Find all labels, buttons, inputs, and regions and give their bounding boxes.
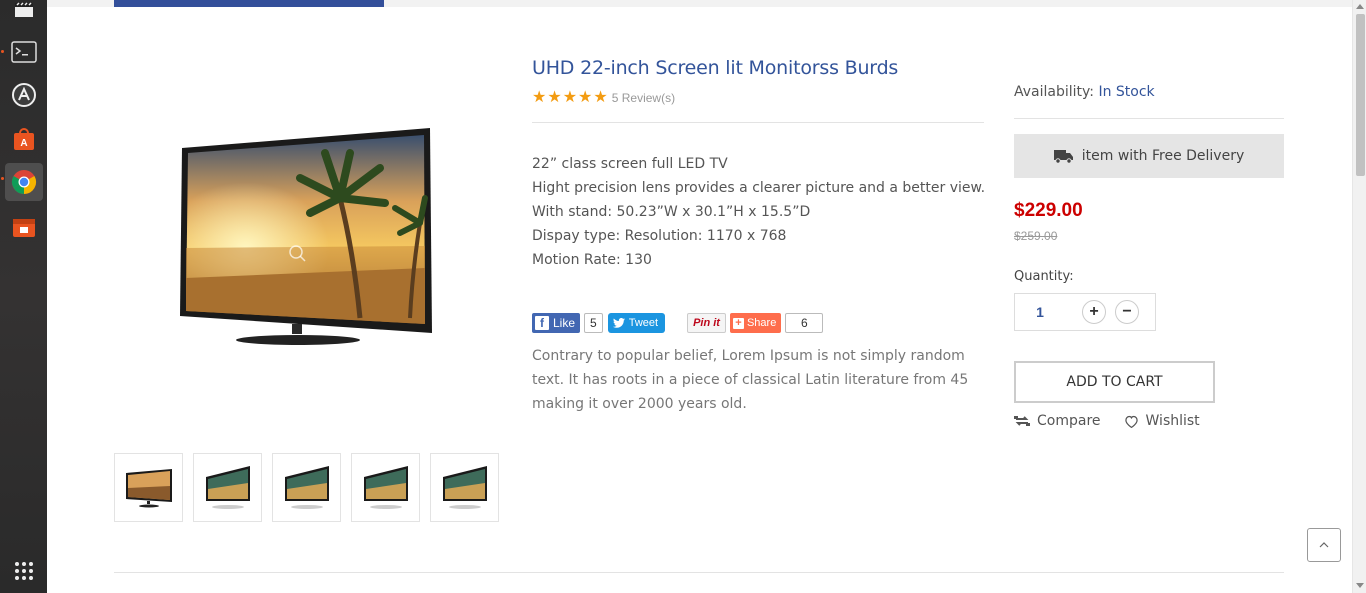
ubuntu-dock: A xyxy=(0,0,47,593)
main-product-image[interactable] xyxy=(180,128,432,348)
screenshot-icon[interactable] xyxy=(5,208,43,246)
free-delivery-banner: item with Free Delivery xyxy=(1014,134,1284,178)
scroll-up-arrow[interactable] xyxy=(1356,4,1364,9)
tweet-label: Tweet xyxy=(628,317,659,329)
increase-quantity-button[interactable]: + xyxy=(1082,300,1106,324)
thumbnail-2[interactable] xyxy=(193,453,262,522)
scrollbar[interactable] xyxy=(1352,0,1366,593)
old-price: $259.00 xyxy=(1014,229,1058,243)
availability-value: In Stock xyxy=(1098,84,1155,100)
thumbnail-4[interactable] xyxy=(351,453,420,522)
product-description: 22” class screen full LED TV Hight preci… xyxy=(532,152,985,272)
share-label: Share xyxy=(746,317,777,329)
wishlist-button[interactable]: Wishlist xyxy=(1124,413,1200,429)
scroll-thumb[interactable] xyxy=(1356,14,1365,176)
decrease-quantity-button[interactable]: − xyxy=(1115,300,1139,324)
compare-label: Compare xyxy=(1037,413,1101,429)
thumbnail-5[interactable] xyxy=(430,453,499,522)
twitter-icon xyxy=(612,318,625,328)
star-icon: ★ xyxy=(593,89,608,106)
divider xyxy=(532,122,984,123)
quantity-stepper: 1 + − xyxy=(1014,293,1156,331)
description-line: Dispay type: Resolution: 1170 x 768 xyxy=(532,228,787,244)
description-line: 22” class screen full LED TV xyxy=(532,156,728,172)
truck-icon xyxy=(1053,150,1073,164)
chevron-up-icon xyxy=(1319,542,1329,548)
thumbnail-strip xyxy=(114,453,499,522)
star-icon: ★ xyxy=(562,89,578,106)
plus-icon: + xyxy=(732,317,744,329)
compare-icon xyxy=(1014,416,1030,426)
product-title: UHD 22-inch Screen lit Monitorss Burds xyxy=(532,57,899,79)
price: $229.00 xyxy=(1014,200,1083,221)
social-share-bar: f Like 5 Tweet Pin it + Share 6 xyxy=(532,313,824,333)
facebook-icon: f xyxy=(535,316,549,330)
review-count-link[interactable]: 5 Review(s) xyxy=(612,91,675,105)
description-line: Hight precision lens provides a clearer … xyxy=(532,180,986,196)
software-updater-icon[interactable] xyxy=(5,76,43,114)
chrome-icon[interactable] xyxy=(5,163,43,201)
star-icon: ★ xyxy=(578,89,593,106)
rating: ★ ★ ★ ★ ★ 5 Review(s) xyxy=(532,90,675,106)
tweet-button[interactable]: Tweet xyxy=(607,313,666,333)
facebook-like-button[interactable]: f Like xyxy=(532,313,581,333)
quantity-label: Quantity: xyxy=(1014,269,1074,284)
divider xyxy=(114,572,1284,573)
thumbnail-3[interactable] xyxy=(272,453,341,522)
compare-button[interactable]: Compare xyxy=(1014,413,1101,429)
like-count: 5 xyxy=(584,313,603,333)
description-line: Motion Rate: 130 xyxy=(532,252,652,268)
app-grid-icon[interactable] xyxy=(5,552,43,590)
share-count: 6 xyxy=(785,313,824,333)
clapper-icon[interactable] xyxy=(5,0,43,28)
terminal-icon[interactable] xyxy=(5,33,43,71)
description-line: With stand: 50.23”W x 30.1”H x 15.5”D xyxy=(532,204,811,220)
share-button[interactable]: + Share xyxy=(729,313,782,333)
like-label: Like xyxy=(553,316,576,330)
active-tab-indicator xyxy=(114,0,384,7)
availability: Availability: In Stock xyxy=(1014,84,1155,100)
star-icon: ★ xyxy=(532,89,547,106)
back-to-top-button[interactable] xyxy=(1307,528,1341,562)
wishlist-label: Wishlist xyxy=(1145,413,1200,429)
product-summary: Contrary to popular belief, Lorem Ipsum … xyxy=(532,348,969,412)
software-center-icon[interactable]: A xyxy=(5,120,43,158)
thumbnail-1[interactable] xyxy=(114,453,183,522)
quantity-input[interactable]: 1 xyxy=(1015,304,1065,320)
scroll-down-arrow[interactable] xyxy=(1356,583,1364,588)
star-icon: ★ xyxy=(547,89,562,106)
add-to-cart-button[interactable]: ADD TO CART xyxy=(1014,361,1215,403)
product-actions: Compare Wishlist xyxy=(1014,413,1200,429)
divider xyxy=(1014,118,1284,119)
delivery-text: item with Free Delivery xyxy=(1081,148,1245,164)
pinterest-button[interactable]: Pin it xyxy=(687,313,726,333)
availability-label: Availability: xyxy=(1014,84,1095,100)
svg-text:A: A xyxy=(20,138,27,149)
heart-icon xyxy=(1124,415,1138,428)
